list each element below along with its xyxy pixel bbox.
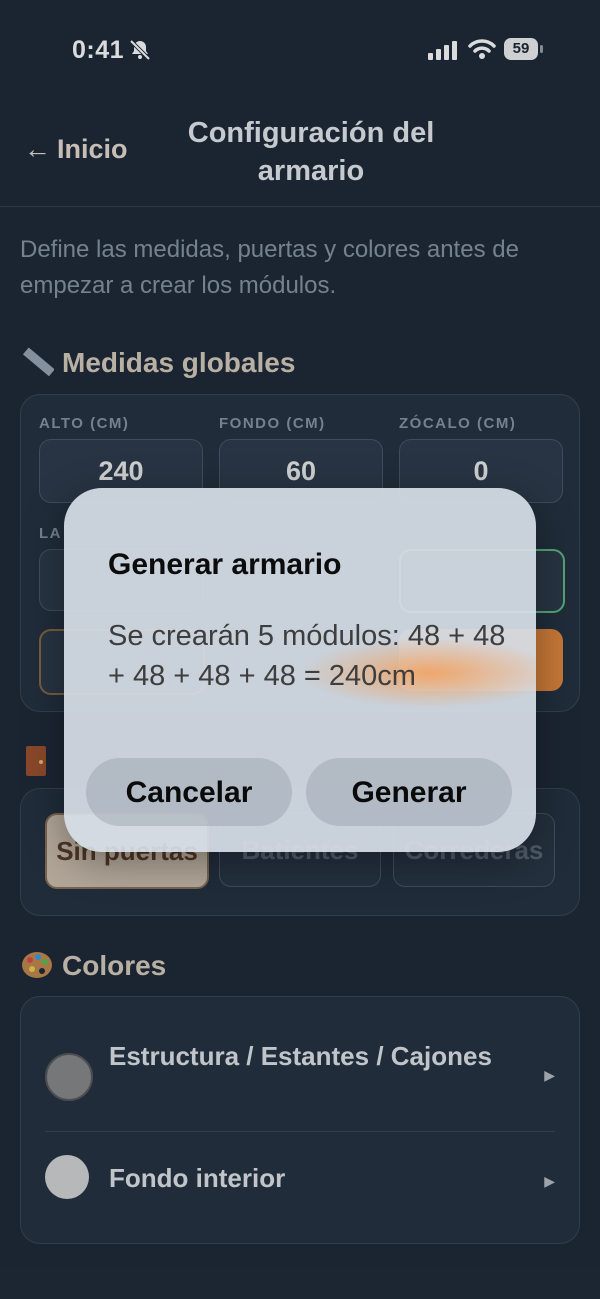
generate-dialog: Generar armario Se crearán 5 módulos: 48… bbox=[64, 488, 536, 852]
generate-button[interactable]: Generar bbox=[306, 758, 512, 826]
dialog-message: Se crearán 5 módulos: 48 + 48 + 48 + 48 … bbox=[108, 620, 506, 692]
cancel-button[interactable]: Cancelar bbox=[86, 758, 292, 826]
dialog-title: Generar armario bbox=[108, 548, 342, 581]
screen: 0:41 59 ← Inicio Configuración del armari bbox=[0, 0, 600, 1299]
